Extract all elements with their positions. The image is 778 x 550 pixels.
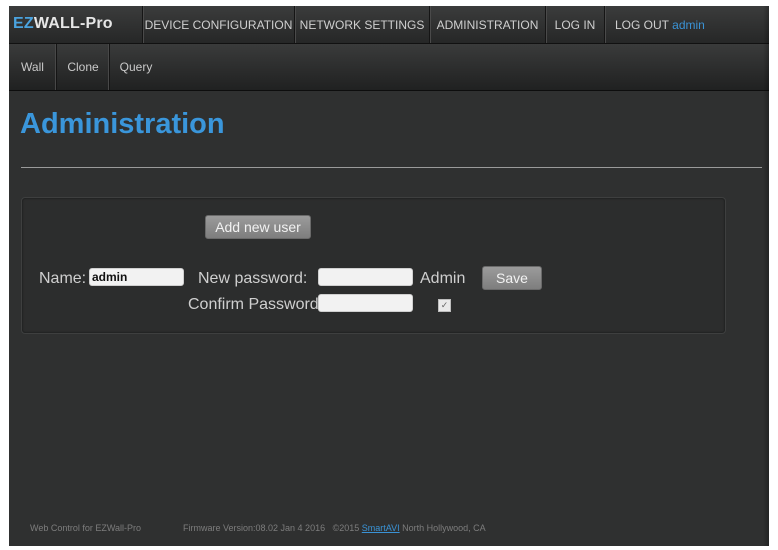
admin-label: Admin: [420, 270, 466, 287]
checkmark-icon: ✓: [440, 300, 449, 310]
logo[interactable]: EZWALL-Pro: [13, 15, 113, 35]
confirm-password-input[interactable]: [318, 294, 413, 312]
nav-log-in[interactable]: LOG IN: [545, 6, 604, 43]
name-label: Name:: [39, 270, 87, 287]
name-input[interactable]: [89, 268, 184, 286]
title-divider: [21, 167, 762, 168]
save-button[interactable]: Save: [482, 266, 542, 290]
nav-log-out-label: LOG OUT: [615, 18, 669, 32]
page-title: Administration: [20, 108, 225, 140]
current-user: admin: [672, 18, 705, 32]
nav-network-settings[interactable]: NETWORK SETTINGS: [294, 6, 429, 43]
nav-device-configuration[interactable]: DEVICE CONFIGURATION: [142, 6, 294, 43]
subnav-clone[interactable]: Clone: [57, 44, 110, 90]
company-link[interactable]: SmartAVI: [362, 523, 400, 533]
user-admin-panel: Add new user Name: New password: Admin S…: [21, 197, 726, 334]
logo-name: WALL-Pro: [33, 15, 113, 32]
add-new-user-button[interactable]: Add new user: [205, 215, 311, 239]
top-navigation: EZWALL-Pro DEVICE CONFIGURATION NETWORK …: [9, 6, 769, 44]
confirm-password-label: Confirm Password: [188, 296, 319, 313]
firmware-version: Firmware Version:08.02 Jan 4 2016: [183, 523, 326, 533]
new-password-input[interactable]: [318, 268, 413, 286]
footer-web-control: Web Control for EZWall-Pro: [30, 523, 142, 533]
admin-checkbox[interactable]: ✓: [438, 299, 451, 312]
location: North Hollywood, CA: [402, 523, 486, 533]
app-frame: EZWALL-Pro DEVICE CONFIGURATION NETWORK …: [9, 6, 769, 546]
logo-ez: EZ: [13, 15, 34, 32]
nav-log-out[interactable]: LOG OUT admin: [604, 6, 769, 43]
nav-administration[interactable]: ADMINISTRATION: [429, 6, 545, 43]
copyright: ©2015: [332, 523, 360, 533]
subnav-query[interactable]: Query: [110, 44, 162, 90]
new-password-label: New password:: [198, 270, 308, 287]
sub-navigation: Wall Clone Query: [9, 44, 769, 91]
footer-firmware: Firmware Version:08.02 Jan 4 2016 ©2015 …: [183, 523, 486, 533]
subnav-wall[interactable]: Wall: [9, 44, 57, 90]
